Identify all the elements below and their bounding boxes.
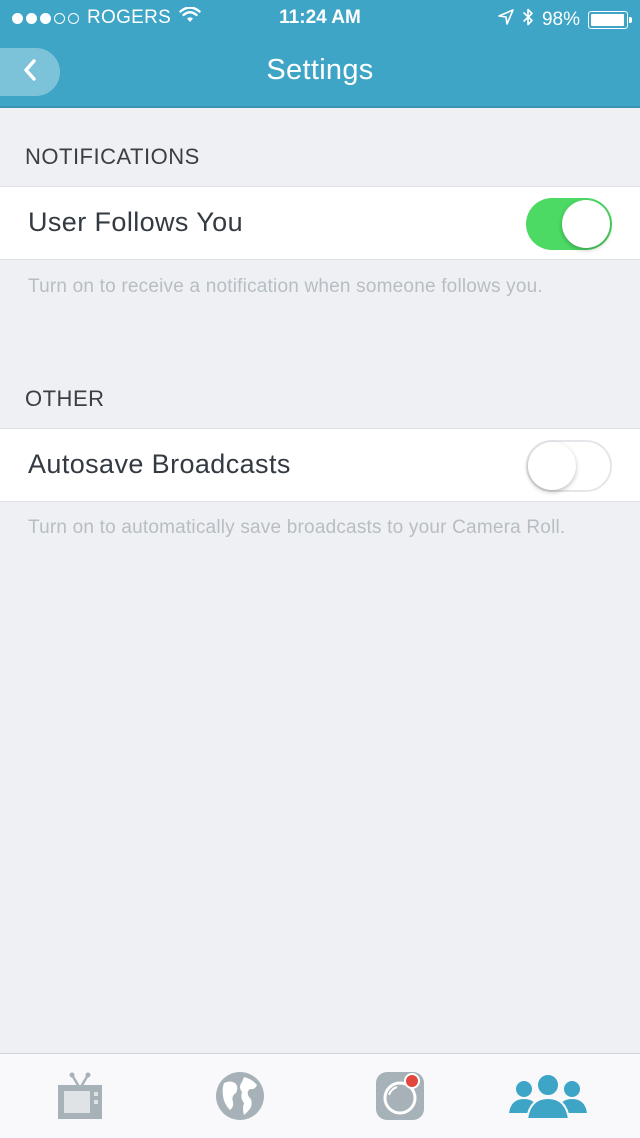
header: ROGERS 11:24 AM 98% Settings <box>0 0 640 108</box>
nav-bar: Settings <box>0 36 640 106</box>
tv-icon <box>56 1071 104 1126</box>
toggle-knob <box>562 200 610 248</box>
page-title: Settings <box>266 54 374 86</box>
user-follows-you-toggle[interactable] <box>526 198 612 250</box>
tab-tv[interactable] <box>52 1070 108 1126</box>
people-icon <box>509 1071 587 1126</box>
tab-people[interactable] <box>509 1070 587 1126</box>
section-footer-notifications: Turn on to receive a notification when s… <box>28 276 543 297</box>
tab-global[interactable] <box>212 1070 268 1126</box>
section-header-other: OTHER <box>25 386 105 411</box>
section-header-notifications: NOTIFICATIONS <box>25 144 200 169</box>
section-footer-other: Turn on to automatically save broadcasts… <box>28 517 566 538</box>
tab-broadcast[interactable] <box>372 1070 428 1126</box>
status-bar: ROGERS 11:24 AM 98% <box>0 0 640 36</box>
autosave-broadcasts-toggle[interactable] <box>526 440 612 492</box>
status-right: 98% <box>498 7 632 33</box>
battery-nub <box>629 17 632 23</box>
camera-icon <box>375 1071 425 1126</box>
battery-percent: 98% <box>541 9 580 30</box>
globe-icon <box>215 1071 265 1126</box>
tab-bar <box>0 1053 640 1138</box>
battery-icon <box>588 11 632 29</box>
row-label: Autosave Broadcasts <box>28 449 291 479</box>
toggle-knob <box>528 442 576 490</box>
row-user-follows-you: User Follows You <box>0 186 640 260</box>
bluetooth-icon <box>522 7 534 33</box>
row-autosave-broadcasts: Autosave Broadcasts <box>0 428 640 502</box>
location-arrow-icon <box>498 9 514 31</box>
row-label: User Follows You <box>28 207 244 237</box>
battery-fill <box>591 14 625 26</box>
record-dot-icon <box>404 1072 420 1089</box>
